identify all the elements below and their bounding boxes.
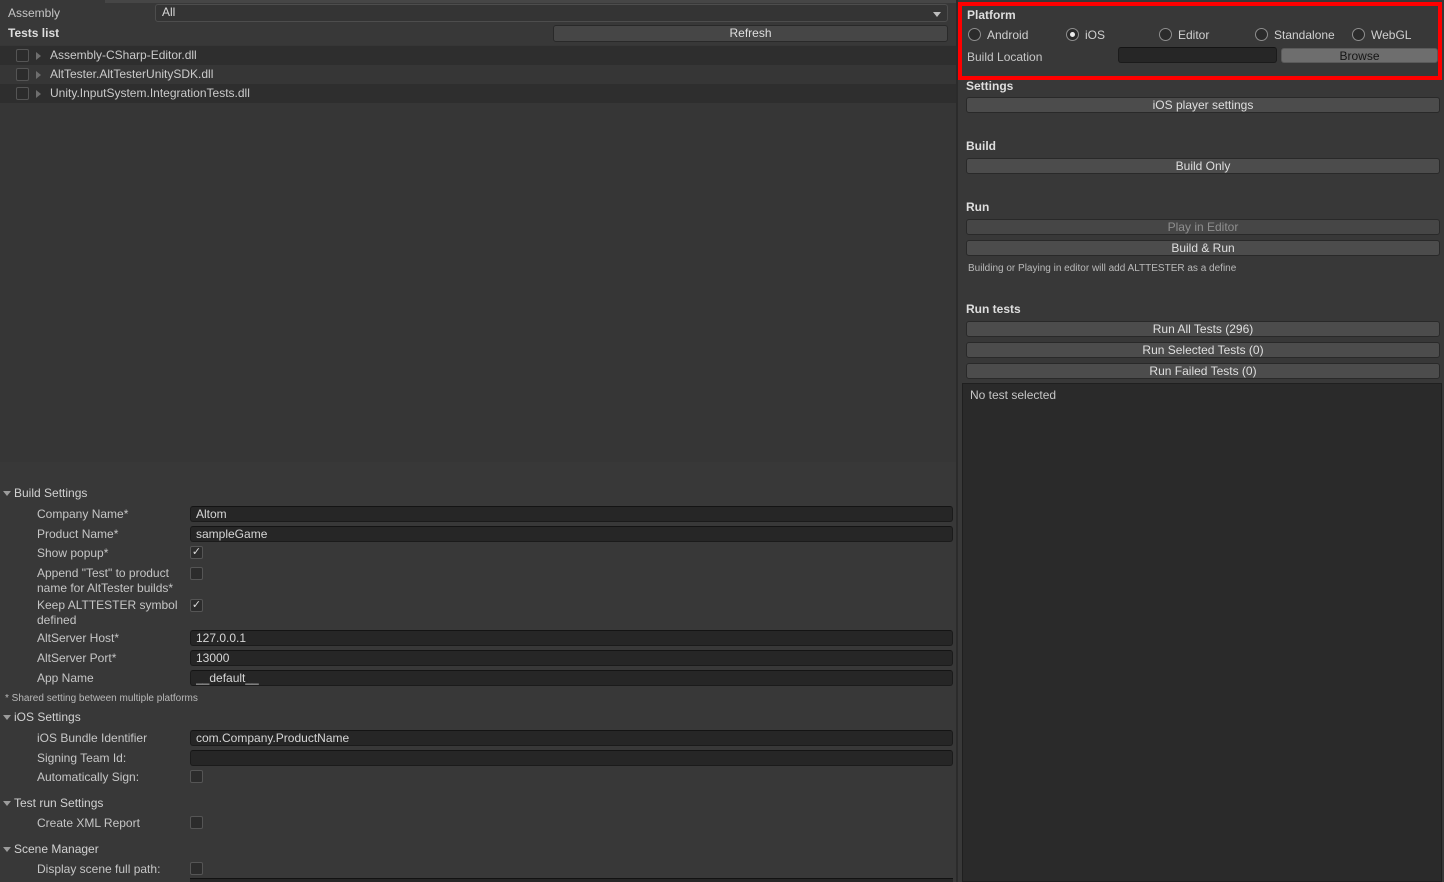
- keep-alttester-symbol-checkbox[interactable]: [190, 599, 203, 612]
- test-label: Unity.InputSystem.IntegrationTests.dll: [50, 86, 250, 100]
- run-failed-tests-button[interactable]: Run Failed Tests (0): [966, 363, 1440, 379]
- platform-radio-ios[interactable]: iOS: [1066, 28, 1136, 42]
- alttester-editor-window: Assembly All Tests list Refresh Assembly…: [0, 0, 1444, 882]
- platform-radio-editor[interactable]: Editor: [1159, 28, 1239, 42]
- altserver-host-input[interactable]: [190, 630, 953, 646]
- radio-icon: [1159, 28, 1172, 41]
- create-xml-report-checkbox[interactable]: [190, 816, 203, 829]
- field-label: Company Name*: [37, 507, 190, 522]
- platform-radio-android[interactable]: Android: [968, 28, 1058, 42]
- section-title: Test run Settings: [14, 796, 103, 811]
- assembly-filter-dropdown[interactable]: All: [155, 4, 948, 22]
- build-only-button[interactable]: Build Only: [966, 158, 1440, 174]
- settings-title: Settings: [966, 79, 1013, 94]
- field-label: Keep ALTTESTER symbol defined: [37, 598, 190, 628]
- test-results-panel: No test selected: [962, 383, 1442, 882]
- section-title: iOS Settings: [14, 710, 81, 725]
- section-title: Scene Manager: [14, 842, 99, 857]
- field-label: Create XML Report: [37, 816, 190, 831]
- radio-label: Standalone: [1274, 28, 1335, 42]
- partial-field: [190, 878, 953, 882]
- build-location-label: Build Location: [967, 50, 1042, 65]
- foldout-arrow-icon: [3, 715, 11, 720]
- shared-settings-note: * Shared setting between multiple platfo…: [5, 691, 198, 706]
- test-checkbox[interactable]: [16, 68, 29, 81]
- expand-arrow-icon[interactable]: [36, 71, 41, 79]
- run-all-tests-button[interactable]: Run All Tests (296): [966, 321, 1440, 337]
- radio-icon: [1352, 28, 1365, 41]
- radio-label: WebGL: [1371, 28, 1411, 42]
- build-location-input[interactable]: [1118, 47, 1277, 63]
- ios-bundle-identifier-input[interactable]: [190, 730, 953, 746]
- test-checkbox[interactable]: [16, 87, 29, 100]
- refresh-button[interactable]: Refresh: [553, 25, 948, 42]
- foldout-arrow-icon: [3, 801, 11, 806]
- field-label: Signing Team Id:: [37, 751, 190, 766]
- platform-radio-webgl[interactable]: WebGL: [1352, 28, 1432, 42]
- field-label: AltServer Port*: [37, 651, 190, 666]
- foldout-arrow-icon: [3, 847, 11, 852]
- radio-icon: [968, 28, 981, 41]
- signing-team-id-input[interactable]: [190, 750, 953, 766]
- field-label: App Name: [37, 671, 190, 686]
- pane-separator[interactable]: [956, 0, 958, 882]
- platform-radio-standalone[interactable]: Standalone: [1255, 28, 1350, 42]
- field-label: Automatically Sign:: [37, 770, 190, 785]
- build-and-run-button[interactable]: Build & Run: [966, 240, 1440, 256]
- app-name-input[interactable]: [190, 670, 953, 686]
- radio-label: Editor: [1178, 28, 1209, 42]
- run-title: Run: [966, 200, 989, 215]
- field-label: Display scene full path:: [37, 862, 190, 877]
- play-in-editor-button[interactable]: Play in Editor: [966, 219, 1440, 235]
- radio-label: iOS: [1085, 28, 1105, 42]
- field-label: iOS Bundle Identifier: [37, 731, 190, 746]
- test-label: AltTester.AltTesterUnitySDK.dll: [50, 67, 213, 81]
- chevron-down-icon: [933, 12, 941, 17]
- test-checkbox[interactable]: [16, 49, 29, 62]
- run-tests-title: Run tests: [966, 302, 1021, 317]
- build-title: Build: [966, 139, 996, 154]
- foldout-arrow-icon: [3, 491, 11, 496]
- company-name-input[interactable]: [190, 506, 953, 522]
- product-name-input[interactable]: [190, 526, 953, 542]
- test-row[interactable]: Unity.InputSystem.IntegrationTests.dll: [0, 84, 956, 103]
- run-note: Building or Playing in editor will add A…: [968, 261, 1236, 276]
- field-label: Show popup*: [37, 546, 190, 561]
- active-tab[interactable]: [0, 0, 105, 3]
- field-label: AltServer Host*: [37, 631, 190, 646]
- field-label: Product Name*: [37, 527, 190, 542]
- show-popup-checkbox[interactable]: [190, 546, 203, 559]
- section-title: Build Settings: [14, 486, 87, 501]
- expand-arrow-icon[interactable]: [36, 90, 41, 98]
- tab-strip: [0, 0, 956, 3]
- display-scene-full-path-checkbox[interactable]: [190, 862, 203, 875]
- tests-list-title: Tests list: [8, 26, 59, 41]
- radio-label: Android: [987, 28, 1028, 42]
- radio-icon: [1255, 28, 1268, 41]
- run-selected-tests-button[interactable]: Run Selected Tests (0): [966, 342, 1440, 358]
- append-test-checkbox[interactable]: [190, 567, 203, 580]
- field-label: Append "Test" to product name for AltTes…: [37, 566, 190, 596]
- assembly-filter-value: All: [162, 5, 175, 19]
- expand-arrow-icon[interactable]: [36, 52, 41, 60]
- no-test-selected-status: No test selected: [970, 388, 1056, 402]
- test-label: Assembly-CSharp-Editor.dll: [50, 48, 197, 62]
- ios-player-settings-button[interactable]: iOS player settings: [966, 97, 1440, 113]
- platform-title: Platform: [967, 8, 1016, 23]
- altserver-port-input[interactable]: [190, 650, 953, 666]
- assembly-label: Assembly: [8, 6, 60, 21]
- test-row[interactable]: AltTester.AltTesterUnitySDK.dll: [0, 65, 956, 84]
- automatically-sign-checkbox[interactable]: [190, 770, 203, 783]
- tests-list: Assembly-CSharp-Editor.dll AltTester.Alt…: [0, 45, 956, 462]
- radio-icon: [1066, 28, 1079, 41]
- test-row[interactable]: Assembly-CSharp-Editor.dll: [0, 46, 956, 65]
- browse-button[interactable]: Browse: [1281, 48, 1438, 63]
